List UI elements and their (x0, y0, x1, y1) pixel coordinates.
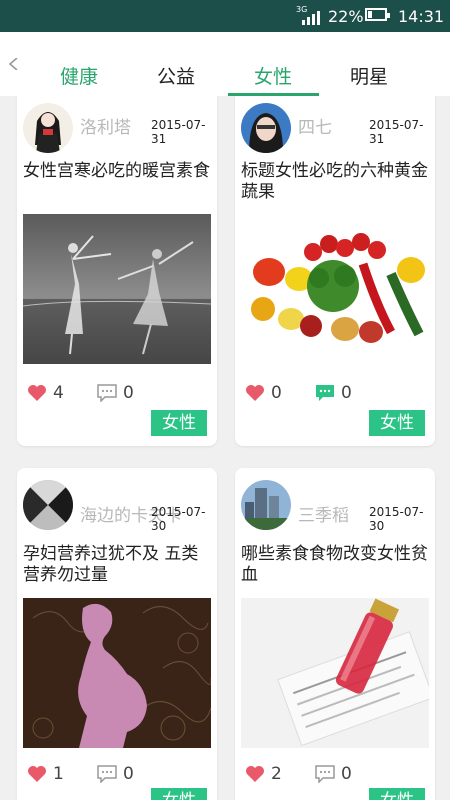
heart-icon (246, 385, 264, 401)
post-card[interactable]: 四七 2015-07-31 标题女性必吃的六种黄金蔬果 0 0 女性 (235, 96, 435, 446)
category-tag[interactable]: 女性 (369, 788, 425, 800)
battery-percent: 22% (328, 7, 364, 26)
like-count[interactable]: 0 (245, 383, 282, 403)
back-arrow-icon[interactable] (8, 58, 20, 70)
tab-health[interactable]: 健康 (60, 62, 98, 89)
comment-count[interactable]: 0 (315, 764, 352, 784)
post-image-pregnant-silhouette[interactable] (23, 598, 211, 748)
author-avatar[interactable] (23, 103, 73, 153)
comment-count-value: 0 (341, 764, 352, 784)
post-title[interactable]: 孕妇营养过犹不及 五类营养勿过量 (23, 544, 213, 586)
comment-count[interactable]: 0 (97, 383, 134, 403)
like-count[interactable]: 2 (245, 764, 282, 784)
comment-icon (315, 765, 335, 783)
heart-icon (246, 766, 264, 782)
author-name[interactable]: 四七 (298, 113, 332, 138)
category-tag[interactable]: 女性 (369, 410, 425, 436)
author-avatar[interactable] (23, 480, 73, 530)
post-card[interactable]: 三季稻 2015-07-30 哪些素食食物改变女性贫血 2 0 (235, 468, 435, 800)
comment-count[interactable]: 0 (97, 764, 134, 784)
post-image-vegetables[interactable] (241, 214, 429, 364)
post-card[interactable]: 海边的卡夫卡 2015-07-30 孕妇营养过犹不及 五类营养勿过量 1 0 (17, 468, 217, 800)
post-date: 2015-07-31 (151, 118, 206, 146)
comment-icon-filled (316, 385, 334, 401)
post-date: 2015-07-30 (151, 505, 206, 533)
post-date: 2015-07-30 (369, 505, 424, 533)
comment-icon (97, 384, 117, 402)
post-date: 2015-07-31 (369, 118, 424, 146)
post-title[interactable]: 标题女性必吃的六种黄金蔬果 (241, 161, 431, 203)
clock: 14:31 (398, 7, 445, 26)
author-name[interactable]: 三季稻 (298, 501, 349, 526)
post-image-anemia-vial[interactable] (241, 598, 429, 748)
category-tag[interactable]: 女性 (151, 788, 207, 800)
tab-women[interactable]: 女性 (254, 62, 292, 89)
post-title[interactable]: 哪些素食食物改变女性贫血 (241, 544, 431, 586)
comment-count-value: 0 (123, 764, 134, 784)
cell-signal-icon: 3G (296, 5, 320, 26)
battery-icon (365, 8, 390, 21)
tab-celebrity[interactable]: 明星 (350, 62, 388, 89)
like-count-value: 1 (53, 764, 64, 784)
tab-charity[interactable]: 公益 (157, 62, 195, 89)
post-card[interactable]: 洛利塔 2015-07-31 女性宫寒必吃的暖宫素食 4 0 女性 (17, 96, 217, 446)
comment-icon (97, 765, 117, 783)
like-count-value: 0 (271, 383, 282, 403)
author-name[interactable]: 洛利塔 (80, 113, 131, 138)
heart-icon (28, 385, 46, 401)
category-tag[interactable]: 女性 (151, 410, 207, 436)
comment-count[interactable]: 0 (315, 383, 352, 403)
post-title[interactable]: 女性宫寒必吃的暖宫素食 (23, 161, 213, 182)
like-count-value: 2 (271, 764, 282, 784)
post-feed[interactable]: 洛利塔 2015-07-31 女性宫寒必吃的暖宫素食 4 0 女性 四七 201… (0, 96, 450, 800)
like-count[interactable]: 4 (27, 383, 64, 403)
like-count[interactable]: 1 (27, 764, 64, 784)
category-tab-bar: 健康 公益 女性 明星 (0, 32, 450, 96)
like-count-value: 4 (53, 383, 64, 403)
status-bar: 3G 22% 14:31 (0, 0, 450, 32)
comment-count-value: 0 (123, 383, 134, 403)
author-avatar[interactable] (241, 480, 291, 530)
author-avatar[interactable] (241, 103, 291, 153)
comment-count-value: 0 (341, 383, 352, 403)
heart-icon (28, 766, 46, 782)
post-image-ballet[interactable] (23, 214, 211, 364)
